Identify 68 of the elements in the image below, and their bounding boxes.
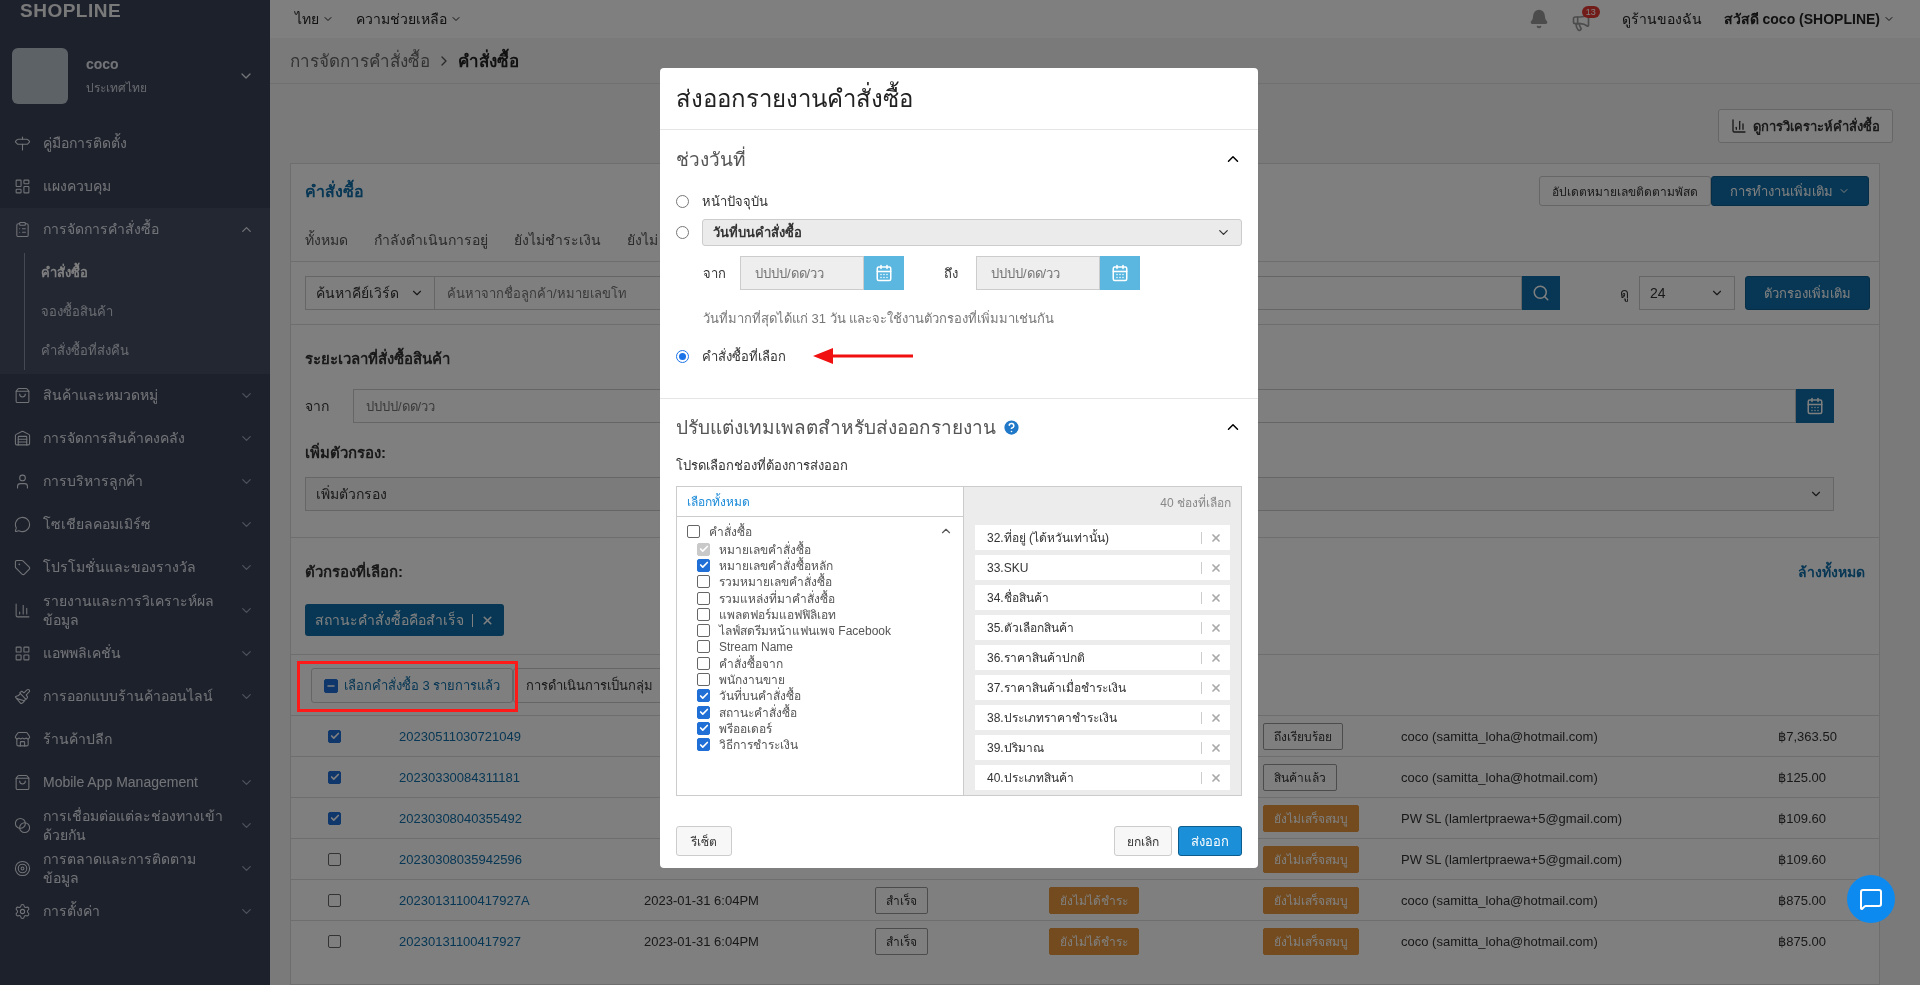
field-name: 33.SKU xyxy=(987,560,1030,575)
radio-label: คำสั่งซื้อที่เลือก xyxy=(702,346,786,366)
delivery-badge: ยังไม่เสร็จสมบู xyxy=(1263,804,1359,832)
field-label: หมายเลขคำสั่งซื้อหลัก xyxy=(719,556,833,573)
field-name: 39.ปริมาณ xyxy=(987,740,1045,757)
field-label: วันที่บนคำสั่งซื้อ xyxy=(719,686,801,704)
selected-count: 40 ช่องที่เลือก xyxy=(1160,493,1231,512)
hint-text: วันที่มากที่สุดได้แก่ 31 วัน และจะใช้งานตัวกรองที่เพิ่มมาเช่นกัน xyxy=(702,309,1056,329)
table-cell-text: ฿125.00 xyxy=(1777,769,1827,785)
field-label: วิธีการชำระเงิน xyxy=(719,737,798,755)
table-cell-text: ฿109.60 xyxy=(1777,851,1827,867)
field-label: Stream Name xyxy=(719,639,794,654)
field-label: รวมหมายเลขคำสั่งซื้อ xyxy=(719,572,832,590)
logo: SHOPLINE xyxy=(19,0,123,23)
store-name: coco xyxy=(86,55,120,72)
breadcrumb-item: คำสั่งซื้อ xyxy=(458,47,519,74)
section-title: ตัวกรองที่เลือก: xyxy=(305,560,403,582)
delivery-badge: ยังไม่เสร็จสมบู xyxy=(1263,927,1359,955)
section-title: เพิ่มตัวกรอง: xyxy=(305,441,386,463)
field-name: 32.ที่อยู่ (ได้หวันเท่านั้น) xyxy=(987,528,1110,547)
field-name: 38.ประเภทราคาชำระเงิน xyxy=(987,710,1118,727)
field-label: พรีออเดอร์ xyxy=(719,720,772,738)
delivery-badge: ยังไม่เสร็จสมบู xyxy=(1263,845,1359,873)
field-label: สถานะคำสั่งซื้อ xyxy=(719,703,797,722)
table-cell-text: PW SL (lamlertpraewa+5@gmail.com) xyxy=(1400,851,1623,867)
table-cell-text: ฿7,363.50 xyxy=(1777,728,1837,744)
delivery-badge: สินค้าแล้ว xyxy=(1263,763,1337,791)
payment-badge: ยังไม่ได้ชำระ xyxy=(1049,886,1139,914)
instruction-text: โปรดเลือกช่องที่ต้องการส่งออก xyxy=(675,456,849,475)
table-cell-text: ฿109.60 xyxy=(1777,810,1827,826)
table-cell-text: 2023-01-31 6:04PM xyxy=(643,933,759,949)
delivery-badge: ถึงเรียบร้อย xyxy=(1263,722,1343,750)
field-label: จาก xyxy=(305,397,330,416)
status-badge: สำเร็จ xyxy=(875,927,928,955)
table-cell-text: coco (samitta_loha@hotmail.com) xyxy=(1400,769,1598,785)
table-cell-text: coco (samitta_loha@hotmail.com) xyxy=(1400,892,1598,908)
delivery-badge: ยังไม่เสร็จสมบู xyxy=(1263,886,1359,914)
payment-badge: ยังไม่ได้ชำระ xyxy=(1049,927,1139,955)
field-label: ถึง xyxy=(943,264,959,283)
table-cell-text: 2023-01-31 6:04PM xyxy=(643,892,759,908)
card-title: คำสั่งซื้อ xyxy=(305,178,364,204)
table-cell-text: ฿875.00 xyxy=(1777,933,1827,949)
section-title: ปรับแต่งเทมเพลตสำหรับส่งออกรายงาน xyxy=(676,412,1021,442)
field-label: พนักงานขาย xyxy=(719,672,785,688)
section-title: ช่วงวันที่ xyxy=(676,144,746,174)
table-cell-text: PW SL (lamlertpraewa+5@gmail.com) xyxy=(1400,810,1623,826)
notification-count: 13 xyxy=(1581,6,1600,18)
field-label: คำสั่งซื้อจาก xyxy=(719,654,783,673)
per-page-label: ดู xyxy=(1620,284,1629,304)
field-name: 36.ราคาสินค้าปกติ xyxy=(987,650,1086,667)
store-country: ประเทศไทย xyxy=(86,79,148,97)
field-label: ไลฟ์สดรีมหน้าแฟนเพจ Facebook xyxy=(719,623,892,641)
field-label: รวมแหล่งที่มาคำสั่งซื้อ xyxy=(719,589,835,608)
group-label: คำสั่งซื้อ xyxy=(709,522,753,541)
status-badge: สำเร็จ xyxy=(875,886,928,914)
table-cell-text: ฿875.00 xyxy=(1777,892,1827,908)
field-label: จาก xyxy=(703,264,727,283)
field-name: 35.ตัวเลือกสินค้า xyxy=(987,620,1075,637)
field-name: 40.ประเภทสินค้า xyxy=(987,770,1075,787)
section-title: ระยะเวลาที่สั่งซื้อสินค้า xyxy=(305,347,450,371)
dialog-title: ส่งออกรายงานคำสั่งซื้อ xyxy=(660,68,1258,130)
table-cell-text: coco (samitta_loha@hotmail.com) xyxy=(1400,728,1598,744)
field-name: 34.ชื่อสินค้า xyxy=(987,588,1050,607)
table-cell-text: coco (samitta_loha@hotmail.com) xyxy=(1400,933,1598,949)
field-label: หมายเลขคำสั่งซื้อ xyxy=(719,540,811,557)
field-label: แพลตฟอร์มแอฟฟิลิเอท xyxy=(719,606,836,624)
radio-label: หน้าปัจจุบัน xyxy=(702,192,768,212)
field-name: 37.ราคาสินค้าเมื่อชำระเงิน xyxy=(987,678,1127,697)
